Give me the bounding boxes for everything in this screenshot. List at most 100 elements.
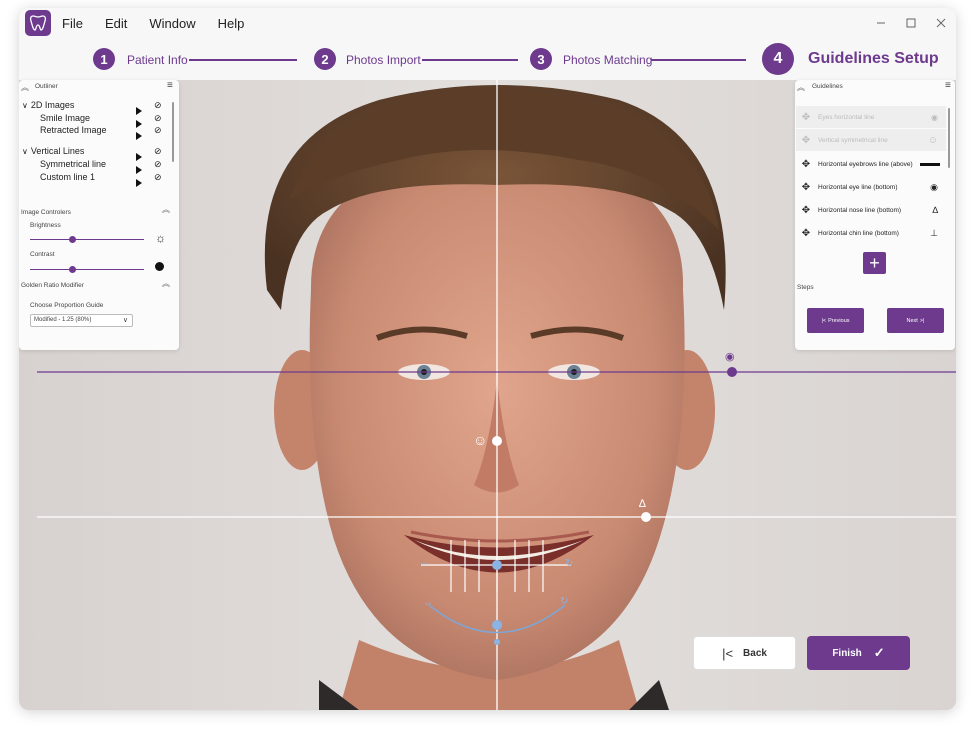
sun-icon: ☼ <box>155 231 166 245</box>
tree-item-custom-line-1[interactable]: Custom line 1 <box>40 172 95 182</box>
guidelines-panel: ︽ Guidelines ≡ ✥ Eyes horizontal line ◉ … <box>795 80 955 350</box>
collapse-up-icon[interactable]: ︽ <box>162 278 170 289</box>
guidelines-title: Guidelines <box>812 83 843 90</box>
close-icon[interactable] <box>930 14 952 32</box>
hamburger-menu-icon[interactable]: ≡ <box>945 80 951 91</box>
move-cross-icon[interactable]: ✥ <box>800 159 812 170</box>
menu-help[interactable]: Help <box>218 16 245 31</box>
add-guideline-button[interactable]: + <box>863 252 886 274</box>
tree-group-vertical-lines[interactable]: ∨ Vertical Lines <box>22 146 84 156</box>
contrast-icon <box>155 262 164 271</box>
chevron-down-icon[interactable]: ∨ <box>22 147 28 156</box>
nose-icon[interactable]: ∆ <box>639 498 646 510</box>
step-4-label[interactable]: Guidelines Setup <box>808 50 939 68</box>
outliner-scrollbar[interactable] <box>172 102 174 162</box>
collapse-up-icon[interactable]: ︽ <box>162 204 170 215</box>
chevron-down-icon[interactable]: ∨ <box>22 101 28 110</box>
step-connector <box>422 59 518 61</box>
previous-icon: |< <box>821 317 827 324</box>
menu-edit[interactable]: Edit <box>105 16 127 31</box>
finish-button[interactable]: Finish ✓ <box>807 636 910 670</box>
brightness-slider[interactable] <box>30 239 144 240</box>
step-3-label[interactable]: Photos Matching <box>563 53 652 67</box>
menu-bar: File Edit Window Help <box>62 16 266 31</box>
collapse-up-icon[interactable]: ︽ <box>797 82 805 93</box>
tree-item-symmetrical-line[interactable]: Symmetrical line <box>40 159 106 169</box>
eye-icon[interactable]: ◉ <box>725 350 735 363</box>
back-icon: |< <box>722 645 734 661</box>
visibility-off-icon[interactable]: ⊘ <box>154 100 162 111</box>
step-4-number[interactable]: 4 <box>762 43 794 75</box>
previous-button[interactable]: |< Previous <box>807 308 864 333</box>
guideline-item[interactable]: ✥ Horizontal eye line (bottom) ◉ <box>796 176 946 198</box>
step-2-label[interactable]: Photos Import <box>346 53 421 67</box>
outliner-panel: ︽ Outliner ≡ ∨ 2D Images Smile Image Retr… <box>19 80 179 350</box>
back-button[interactable]: |< Back <box>693 636 796 670</box>
checkmark-icon: ✓ <box>873 645 885 660</box>
nose-icon: ∆ <box>932 205 938 215</box>
app-window: File Edit Window Help 1 Patient Info 2 P… <box>19 8 956 710</box>
step-2-number[interactable]: 2 <box>314 48 336 70</box>
chin-icon: ⊥ <box>930 227 938 238</box>
proportion-guide-select[interactable]: Modified - 1.25 (80%) ∨ <box>30 314 133 327</box>
image-controllers-title: Image Controlers <box>21 209 71 216</box>
contrast-slider-thumb[interactable] <box>69 266 77 273</box>
visibility-off-icon[interactable]: ⊘ <box>154 159 162 170</box>
wizard-stepper: 1 Patient Info 2 Photos Import 3 Photos … <box>19 41 956 81</box>
move-cross-icon[interactable]: ✥ <box>800 182 812 193</box>
move-cross-icon[interactable]: ✥ <box>800 228 812 239</box>
step-1-label[interactable]: Patient Info <box>127 53 188 67</box>
menu-file[interactable]: File <box>62 16 83 31</box>
maximize-icon[interactable] <box>900 14 922 32</box>
contrast-slider[interactable] <box>30 269 144 270</box>
head-icon: ☺ <box>927 134 938 146</box>
guideline-item[interactable]: ✥ Horizontal chin line (bottom) ⊥ <box>796 222 946 244</box>
eye-icon: ◉ <box>930 181 938 192</box>
guidelines-scrollbar[interactable] <box>948 108 950 168</box>
golden-ratio-title: Golden Ratio Modifier <box>21 282 84 289</box>
eye-icon: ◉ <box>931 112 938 122</box>
chevron-down-icon: ∨ <box>122 317 128 324</box>
select-arrow-icon[interactable] <box>136 174 142 192</box>
left-resize-handle-icon[interactable]: ⇔ <box>419 558 429 569</box>
visibility-off-icon[interactable]: ⊘ <box>154 172 162 183</box>
move-cross-icon[interactable]: ✥ <box>800 135 812 146</box>
next-button[interactable]: Next >| <box>887 308 944 333</box>
step-1-number[interactable]: 1 <box>93 48 115 70</box>
move-cross-icon[interactable]: ✥ <box>800 112 812 123</box>
guideline-item[interactable]: ✥ Vertical symmetrical line ☺ <box>796 129 946 151</box>
collapse-up-icon[interactable]: ︽ <box>21 82 29 93</box>
menu-window[interactable]: Window <box>149 16 195 31</box>
step-connector <box>189 59 297 61</box>
brightness-label: Brightness <box>30 222 61 229</box>
visibility-off-icon[interactable]: ⊘ <box>154 113 162 124</box>
tree-item-smile-image[interactable]: Smile Image <box>40 113 90 123</box>
hamburger-menu-icon[interactable]: ≡ <box>167 80 173 91</box>
guideline-item[interactable]: ✥ Horizontal eyebrows line (above) <box>796 153 946 175</box>
tooth-logo-icon <box>25 10 51 36</box>
steps-label: Steps <box>797 284 814 291</box>
minimize-icon[interactable] <box>870 14 892 32</box>
right-rotate-handle-icon[interactable]: ↻ <box>565 558 573 569</box>
step-connector <box>651 59 746 61</box>
tree-group-2d-images[interactable]: ∨ 2D Images <box>22 100 74 110</box>
eyebrow-icon <box>920 162 940 166</box>
move-cross-icon[interactable]: ✥ <box>800 205 812 216</box>
arc-right-handle-icon[interactable]: ↻ <box>560 596 568 607</box>
tree-item-retracted-image[interactable]: Retracted Image <box>40 125 107 135</box>
title-bar: File Edit Window Help <box>19 8 956 38</box>
brightness-slider-thumb[interactable] <box>69 236 77 243</box>
next-icon: >| <box>919 317 925 324</box>
symmetry-head-icon[interactable]: ☺ <box>473 432 487 448</box>
guideline-item[interactable]: ✥ Horizontal nose line (bottom) ∆ <box>796 199 946 221</box>
proportion-guide-label: Choose Proportion Guide <box>30 302 104 309</box>
outliner-title: Outliner <box>35 83 58 90</box>
contrast-label: Contrast <box>30 251 55 258</box>
select-arrow-icon[interactable] <box>136 127 142 145</box>
visibility-off-icon[interactable]: ⊘ <box>154 146 162 157</box>
arc-left-handle-icon[interactable]: ⇔ <box>423 598 433 609</box>
visibility-off-icon[interactable]: ⊘ <box>154 125 162 136</box>
guideline-item[interactable]: ✥ Eyes horizontal line ◉ <box>796 106 946 128</box>
guidelines-header: ︽ Guidelines ≡ <box>795 80 955 94</box>
step-3-number[interactable]: 3 <box>530 48 552 70</box>
